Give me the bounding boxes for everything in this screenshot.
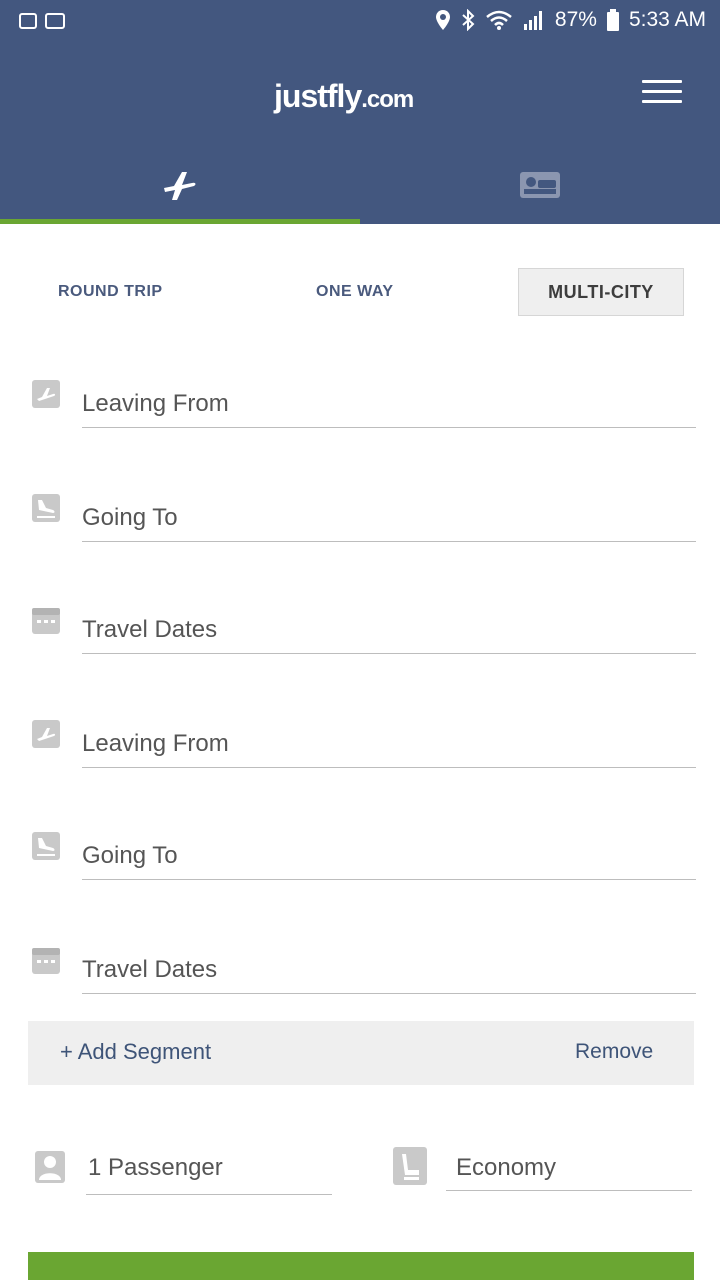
takeoff-icon: [32, 720, 60, 748]
signal-icon: [523, 11, 542, 30]
logo-text: justfly: [274, 78, 362, 114]
leaving-from-input[interactable]: Leaving From: [82, 380, 696, 428]
passenger-icon: [35, 1151, 65, 1183]
travel-dates-placeholder: Travel Dates: [82, 615, 218, 643]
takeoff-icon: [32, 380, 60, 408]
battery-percent: 87%: [554, 8, 597, 31]
calendar-icon: [32, 608, 60, 634]
battery-icon: [606, 9, 619, 31]
one-way-option[interactable]: ONE WAY: [316, 283, 394, 301]
active-tab-indicator: [0, 219, 360, 224]
going-to-input[interactable]: Going To: [82, 832, 696, 880]
hotel-bed-icon: [520, 172, 560, 198]
clock: 5:33 AM: [628, 8, 706, 31]
logo-suffix: .com: [361, 86, 414, 113]
location-icon: [435, 10, 450, 30]
travel-dates-input[interactable]: Travel Dates: [82, 946, 696, 994]
multi-city-button[interactable]: MULTI-CITY: [518, 268, 684, 316]
leaving-from-placeholder: Leaving From: [82, 729, 229, 757]
bluetooth-icon: [462, 9, 475, 31]
justfly-logo[interactable]: justfly.com: [274, 78, 450, 120]
hamburger-menu-icon[interactable]: [642, 80, 682, 106]
travel-dates-placeholder: Travel Dates: [82, 955, 218, 983]
tab-hotels[interactable]: [360, 140, 720, 224]
leaving-from-placeholder: Leaving From: [82, 389, 229, 417]
add-segment-link[interactable]: + Add Segment: [60, 1039, 211, 1065]
notification-icons: [19, 13, 65, 29]
cabin-class-underline: [446, 1190, 692, 1191]
passenger-underline: [86, 1194, 332, 1195]
remove-segment-link[interactable]: Remove: [575, 1040, 653, 1064]
status-bar: 87% 5:33 AM: [0, 0, 720, 44]
search-flights-button[interactable]: [28, 1252, 694, 1280]
tab-flights[interactable]: [0, 140, 360, 224]
cabin-class-selector[interactable]: Economy: [456, 1154, 556, 1182]
round-trip-option[interactable]: ROUND TRIP: [58, 283, 163, 301]
landing-icon: [32, 832, 60, 860]
calendar-icon: [32, 948, 60, 974]
going-to-input[interactable]: Going To: [82, 494, 696, 542]
going-to-placeholder: Going To: [82, 503, 178, 531]
wifi-icon: [486, 10, 512, 30]
passenger-count-selector[interactable]: 1 Passenger: [88, 1154, 223, 1182]
seat-icon: [393, 1147, 427, 1185]
going-to-placeholder: Going To: [82, 841, 178, 869]
travel-dates-input[interactable]: Travel Dates: [82, 606, 696, 654]
landing-icon: [32, 494, 60, 522]
airplane-icon: [164, 172, 196, 200]
leaving-from-input[interactable]: Leaving From: [82, 720, 696, 768]
